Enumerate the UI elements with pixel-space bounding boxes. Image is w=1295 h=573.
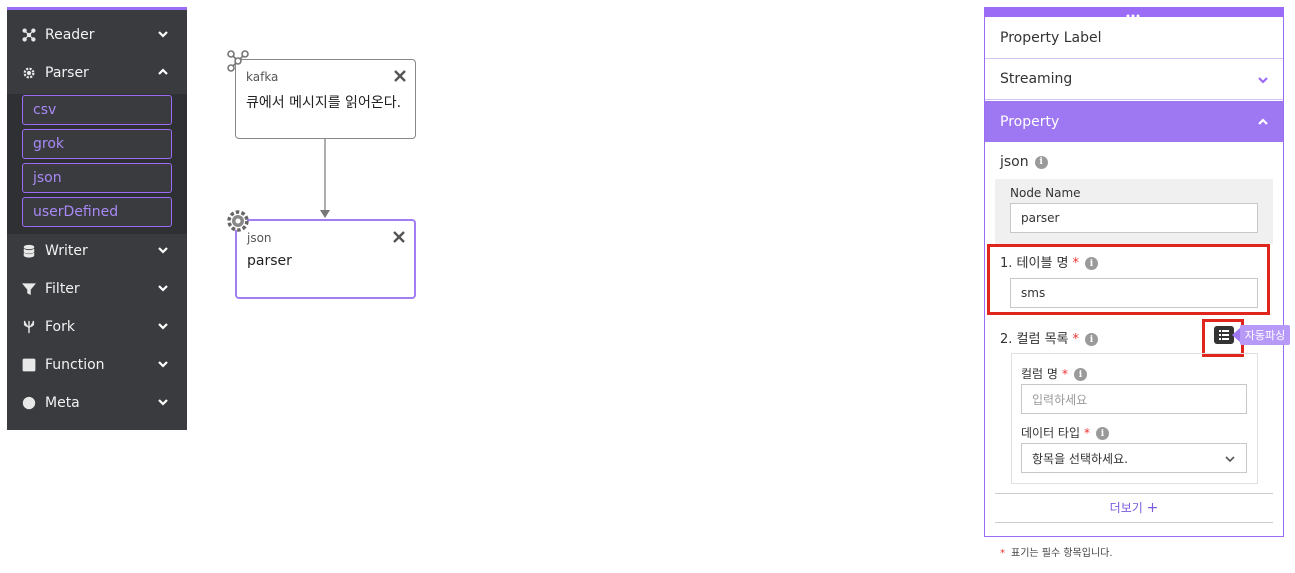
section-name: json i bbox=[1000, 154, 1048, 170]
property-title: Property bbox=[1000, 113, 1060, 130]
chevron-down-icon bbox=[157, 396, 169, 408]
chevron-up-icon bbox=[1257, 116, 1269, 128]
property-label-title: Property Label bbox=[1000, 30, 1102, 46]
chevron-up-icon bbox=[157, 66, 169, 78]
sidebar-item-label: Filter bbox=[45, 281, 80, 297]
chevron-down-icon bbox=[157, 244, 169, 256]
divider bbox=[995, 522, 1273, 523]
chevron-down-icon bbox=[1257, 74, 1269, 86]
terminal-icon bbox=[21, 357, 37, 373]
node-kafka[interactable]: kafka 큐에서 메시지를 읽어온다. bbox=[235, 59, 416, 139]
sidebar-subitem-csv[interactable]: csv bbox=[22, 95, 172, 125]
panel-drag-handle[interactable] bbox=[984, 7, 1284, 18]
column-name-input[interactable]: 입력하세요 bbox=[1021, 384, 1247, 414]
streaming-title: Streaming bbox=[1000, 71, 1073, 87]
column-list-label: 2. 컬럼 목록 * i bbox=[1000, 328, 1099, 347]
divider bbox=[995, 493, 1273, 494]
funnel-icon bbox=[21, 281, 37, 297]
streaming-section[interactable]: Streaming bbox=[985, 59, 1283, 100]
sidebar-item-label: Writer bbox=[45, 243, 88, 259]
property-label-row: Property Label bbox=[985, 18, 1283, 59]
chevron-down-icon bbox=[157, 28, 169, 40]
plus-icon: + bbox=[1146, 500, 1159, 516]
sidebar-item-label: Meta bbox=[45, 395, 80, 411]
chevron-down-icon bbox=[157, 358, 169, 370]
node-type: json bbox=[247, 231, 272, 245]
chevron-down-icon bbox=[157, 320, 169, 332]
globe-icon bbox=[21, 395, 37, 411]
column-name-label: 컬럼 명 * i bbox=[1021, 365, 1087, 382]
info-icon[interactable]: i bbox=[1073, 368, 1087, 381]
required-note: * 표기는 필수 항목입니다. bbox=[1000, 548, 1113, 559]
node-description: 큐에서 메시지를 읽어온다. bbox=[246, 95, 402, 111]
node-json-parser[interactable]: json parser bbox=[235, 219, 416, 299]
sidebar: Reader Parser csv grok json userDefined … bbox=[7, 7, 187, 430]
network-icon bbox=[21, 27, 37, 43]
sidebar-subitem-json[interactable]: json bbox=[22, 163, 172, 193]
sidebar-subitem-userdefined[interactable]: userDefined bbox=[22, 197, 172, 227]
highlight-box bbox=[987, 244, 1270, 315]
sidebar-item-label: Parser bbox=[45, 65, 89, 81]
gear-icon bbox=[226, 209, 250, 233]
sidebar-item-function[interactable]: Function bbox=[7, 346, 187, 384]
gear-icon bbox=[21, 65, 37, 81]
chevron-down-icon bbox=[1224, 453, 1236, 468]
sidebar-item-label: Reader bbox=[45, 27, 95, 43]
info-icon[interactable]: i bbox=[1034, 155, 1048, 169]
sidebar-item-parser[interactable]: Parser bbox=[7, 54, 187, 92]
connector-arrow bbox=[320, 138, 330, 218]
fork-icon bbox=[21, 319, 37, 335]
sidebar-item-reader[interactable]: Reader bbox=[7, 16, 187, 54]
close-icon[interactable] bbox=[392, 229, 406, 243]
sidebar-item-filter[interactable]: Filter bbox=[7, 270, 187, 308]
sidebar-item-label: Fork bbox=[45, 319, 75, 335]
sidebar-item-fork[interactable]: Fork bbox=[7, 308, 187, 346]
sidebar-item-meta[interactable]: Meta bbox=[7, 384, 187, 422]
chevron-down-icon bbox=[157, 282, 169, 294]
sidebar-subitem-grok[interactable]: grok bbox=[22, 129, 172, 159]
data-type-select[interactable]: 항목을 선택하세요. bbox=[1021, 443, 1247, 473]
data-type-label: 데이터 타입 * i bbox=[1021, 424, 1110, 441]
info-icon[interactable]: i bbox=[1085, 333, 1099, 346]
network-icon bbox=[226, 49, 250, 73]
sidebar-item-label: Function bbox=[45, 357, 105, 373]
property-section[interactable]: Property bbox=[985, 101, 1283, 142]
sidebar-item-writer[interactable]: Writer bbox=[7, 232, 187, 270]
node-name-label: Node Name bbox=[1010, 186, 1081, 200]
info-icon[interactable]: i bbox=[1096, 427, 1110, 440]
close-icon[interactable] bbox=[393, 68, 407, 82]
database-icon bbox=[21, 243, 37, 259]
property-panel: Property Label Streaming Property json i … bbox=[984, 7, 1284, 537]
tooltip-arrow bbox=[1232, 327, 1240, 342]
node-name-input[interactable]: parser bbox=[1010, 203, 1258, 233]
node-description: parser bbox=[247, 253, 292, 269]
node-type: kafka bbox=[246, 70, 279, 84]
auto-parse-tooltip: 자동파싱 bbox=[1240, 325, 1290, 345]
more-button[interactable]: 더보기 + bbox=[985, 499, 1283, 516]
